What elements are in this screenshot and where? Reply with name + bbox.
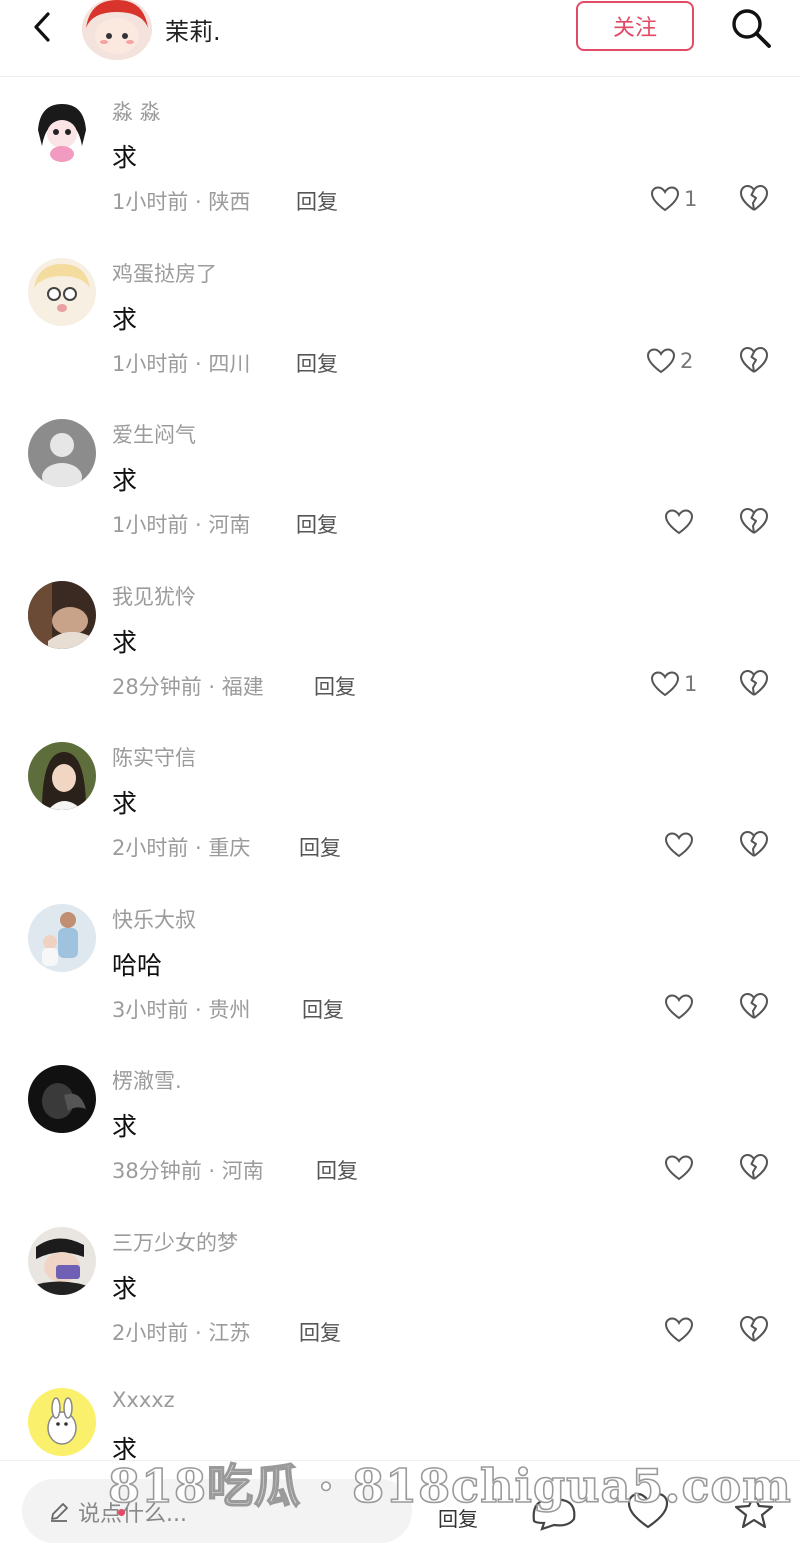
comment-text: 求 [112, 789, 138, 818]
heart-icon [664, 832, 694, 858]
comment-username[interactable]: 爱生闷气 [112, 419, 196, 449]
heart-icon [664, 1316, 694, 1342]
author-avatar[interactable] [82, 0, 152, 60]
user-avatar[interactable] [28, 1065, 96, 1133]
comment-text: 求 [112, 304, 138, 334]
comment-item: 快乐大叔 哈哈 3小时前 · 贵州 回复 [0, 884, 800, 1046]
reply-button[interactable]: 回复 [299, 832, 341, 862]
user-avatar[interactable] [28, 903, 96, 972]
comment-username[interactable]: Xxxxz [112, 1388, 175, 1412]
user-avatar[interactable] [28, 96, 96, 164]
comment-item: 三万少女的梦 求 2小时前 · 江苏 回复 [0, 1207, 800, 1369]
pencil-icon [51, 1503, 68, 1522]
reply-button[interactable]: 回复 [296, 509, 338, 539]
comment-username[interactable]: 我见犹怜 [112, 581, 196, 611]
reply-button[interactable]: 回复 [296, 186, 338, 216]
heart-icon [664, 993, 694, 1019]
reply-button[interactable]: 回复 [299, 1317, 341, 1347]
comment-item: 楞澈雪. 求 38分钟前 · 河南 回复 [0, 1045, 800, 1207]
reply-button[interactable]: 回复 [302, 994, 344, 1024]
broken-heart-icon[interactable] [738, 505, 770, 537]
watermark: 818吃瓜 · 818chigua5.com [107, 1458, 792, 1514]
broken-heart-icon[interactable] [738, 1151, 770, 1183]
comment-text: 哈哈 [112, 950, 163, 980]
comment-username[interactable]: 淼 淼 [112, 96, 161, 126]
comment-meta: 28分钟前 · 福建 [112, 674, 264, 699]
comment-username[interactable]: 三万少女的梦 [112, 1227, 238, 1257]
like-button[interactable] [664, 505, 694, 539]
comment-item: 淼 淼 求 1小时前 · 陕西 回复 1 [0, 76, 800, 238]
comment-list: 淼 淼 求 1小时前 · 陕西 回复 1 鸡蛋挞房了 求 1小时前 · 四川 回… [0, 76, 800, 1530]
comment-text: 求 [112, 627, 138, 657]
top-bar: 茉莉. 关注 [0, 0, 800, 77]
heart-icon [646, 347, 676, 373]
reply-button[interactable]: 回复 [296, 348, 338, 378]
like-button[interactable] [664, 990, 694, 1024]
broken-heart-icon[interactable] [738, 1313, 770, 1345]
comment-username[interactable]: 快乐大叔 [112, 904, 196, 934]
reply-button[interactable]: 回复 [314, 671, 356, 701]
comment-meta: 2小时前 · 重庆 [112, 836, 251, 860]
follow-button[interactable]: 关注 [576, 1, 694, 51]
like-button[interactable] [664, 1151, 694, 1185]
comment-item: 爱生闷气 求 1小时前 · 河南 回复 [0, 399, 800, 561]
user-avatar[interactable] [28, 580, 96, 649]
user-avatar[interactable] [28, 742, 96, 810]
like-button[interactable]: 1 [650, 667, 697, 701]
comment-meta: 2小时前 · 江苏 [112, 1320, 251, 1345]
comment-meta: 3小时前 · 贵州 [112, 997, 251, 1022]
like-count: 1 [684, 187, 698, 211]
broken-heart-icon[interactable] [738, 990, 770, 1022]
comment-username[interactable]: 鸡蛋挞房了 [112, 258, 217, 288]
comment-item: 我见犹怜 求 28分钟前 · 福建 回复 1 [0, 561, 800, 723]
comment-username[interactable]: 楞澈雪. [112, 1065, 182, 1095]
comment-item: 鸡蛋挞房了 求 1小时前 · 四川 回复 2 [0, 238, 800, 400]
heart-icon [650, 186, 680, 212]
broken-heart-icon[interactable] [738, 344, 770, 376]
comment-text: 求 [112, 466, 138, 495]
like-count: 2 [680, 348, 694, 373]
comment-meta: 38分钟前 · 河南 [112, 1159, 264, 1183]
author-name: 茉莉. [165, 18, 221, 46]
comment-text: 求 [112, 1273, 138, 1303]
user-avatar[interactable] [28, 1388, 96, 1456]
comment-username[interactable]: 陈实守信 [112, 742, 196, 772]
comment-text: 求 [112, 1112, 138, 1141]
search-icon[interactable] [729, 6, 773, 50]
comment-meta: 1小时前 · 四川 [112, 351, 251, 376]
user-avatar[interactable] [28, 419, 96, 487]
heart-icon [664, 509, 694, 535]
like-button[interactable] [664, 828, 694, 862]
like-button[interactable] [664, 1313, 694, 1347]
like-button[interactable]: 2 [646, 344, 693, 378]
heart-icon [664, 1155, 694, 1181]
broken-heart-icon[interactable] [738, 828, 770, 860]
reply-button[interactable]: 回复 [316, 1155, 358, 1185]
comment-meta: 1小时前 · 陕西 [112, 190, 251, 214]
user-avatar[interactable] [28, 1226, 96, 1295]
user-avatar[interactable] [28, 257, 96, 326]
heart-icon [650, 670, 680, 696]
comment-text: 求 [112, 143, 138, 172]
back-arrow-icon[interactable] [28, 10, 58, 44]
like-button[interactable]: 1 [650, 182, 697, 216]
comment-meta: 1小时前 · 河南 [112, 513, 251, 537]
comment-item: 陈实守信 求 2小时前 · 重庆 回复 [0, 722, 800, 884]
broken-heart-icon[interactable] [738, 182, 770, 214]
broken-heart-icon[interactable] [738, 667, 770, 699]
like-count: 1 [684, 671, 698, 696]
